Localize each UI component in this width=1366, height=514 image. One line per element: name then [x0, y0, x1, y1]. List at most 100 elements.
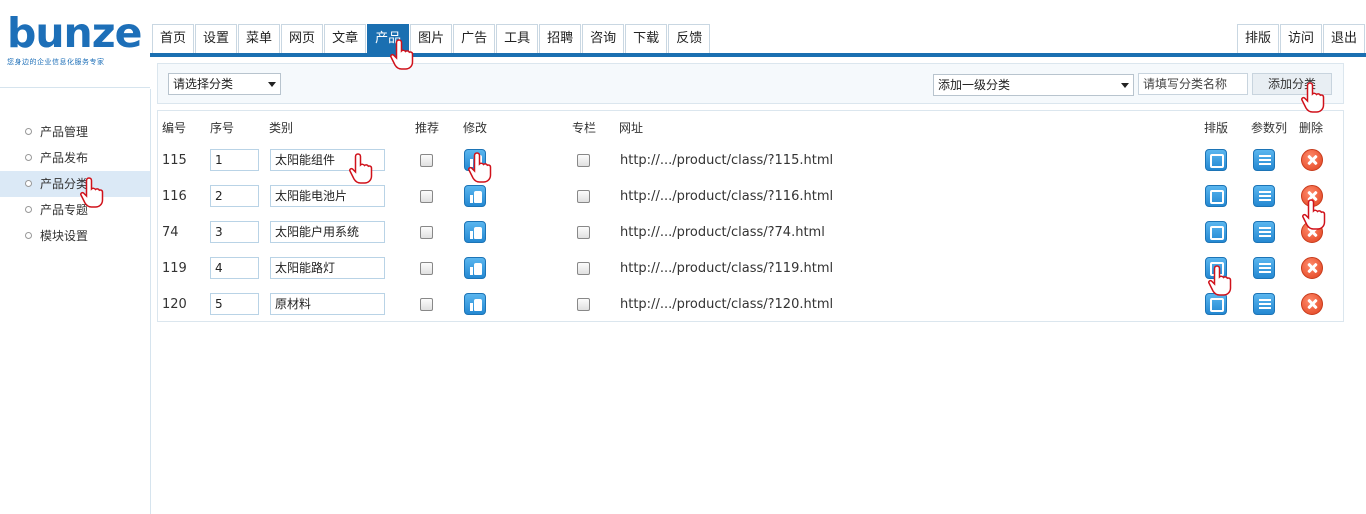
delete-icon[interactable] [1301, 149, 1323, 171]
order-input[interactable]: 5 [210, 293, 259, 315]
edit-icon[interactable] [464, 149, 486, 171]
table-row: 74 3 太阳能户用系统 http://.../product/class/?7… [158, 215, 1343, 251]
top-nav: 首页 设置 菜单 网页 文章 产品 图片 广告 工具 招聘 咨询 下载 反馈 [152, 24, 711, 54]
tab-menu[interactable]: 菜单 [238, 24, 281, 54]
params-list-icon[interactable] [1253, 257, 1275, 279]
row-url[interactable]: http://.../product/class/?74.html [620, 225, 825, 240]
category-name-field[interactable]: 原材料 [270, 293, 385, 315]
logo-area: bunze 您身边的企业信息化服务专家 [0, 0, 150, 88]
category-name-field[interactable]: 太阳能电池片 [270, 185, 385, 207]
recommend-checkbox[interactable] [420, 154, 433, 167]
layout-icon[interactable] [1205, 293, 1227, 315]
header-url: 网址 [619, 121, 644, 135]
layout-icon[interactable] [1205, 257, 1227, 279]
tab-layout[interactable]: 排版 [1236, 24, 1279, 54]
params-list-icon[interactable] [1253, 185, 1275, 207]
bullet-icon [25, 154, 32, 161]
tab-recruit[interactable]: 招聘 [539, 24, 582, 54]
row-id: 120 [162, 297, 187, 312]
bullet-icon [25, 232, 32, 239]
category-name-field[interactable]: 太阳能路灯 [270, 257, 385, 279]
edit-icon[interactable] [464, 221, 486, 243]
tab-home[interactable]: 首页 [152, 24, 195, 54]
layout-icon[interactable] [1205, 185, 1227, 207]
header-layout: 排版 [1204, 121, 1229, 135]
params-list-icon[interactable] [1253, 293, 1275, 315]
order-input[interactable]: 3 [210, 221, 259, 243]
header-category: 类别 [269, 121, 294, 135]
params-list-icon[interactable] [1253, 149, 1275, 171]
tab-feedback[interactable]: 反馈 [668, 24, 711, 54]
column-checkbox[interactable] [577, 262, 590, 275]
recommend-checkbox[interactable] [420, 298, 433, 311]
header-id: 编号 [162, 121, 187, 135]
column-checkbox[interactable] [577, 298, 590, 311]
header-recommend: 推荐 [415, 121, 440, 135]
column-checkbox[interactable] [577, 154, 590, 167]
main-content: 请选择分类 添加一级分类 请填写分类名称 添加分类 编号 序号 类别 推荐 修改… [152, 57, 1366, 514]
delete-icon[interactable] [1301, 257, 1323, 279]
parent-level-select[interactable]: 添加一级分类 [933, 74, 1134, 96]
tab-consult[interactable]: 咨询 [582, 24, 625, 54]
row-id: 116 [162, 189, 187, 204]
category-name-field[interactable]: 太阳能户用系统 [270, 221, 385, 243]
recommend-checkbox[interactable] [420, 226, 433, 239]
tab-visit[interactable]: 访问 [1279, 24, 1322, 54]
table-row: 120 5 原材料 http://.../product/class/?120.… [158, 287, 1343, 323]
header-edit: 修改 [463, 121, 488, 135]
order-input[interactable]: 1 [210, 149, 259, 171]
edit-icon[interactable] [464, 257, 486, 279]
toolbar: 请选择分类 添加一级分类 请填写分类名称 添加分类 [157, 63, 1344, 104]
tab-logout[interactable]: 退出 [1322, 24, 1365, 54]
bullet-icon [25, 206, 32, 213]
layout-icon[interactable] [1205, 149, 1227, 171]
row-id: 115 [162, 153, 187, 168]
header-params: 参数列 [1251, 121, 1288, 135]
tab-products[interactable]: 产品 [367, 24, 410, 54]
table-row: 115 1 太阳能组件 http://.../product/class/?11… [158, 143, 1343, 179]
tab-ads[interactable]: 广告 [453, 24, 496, 54]
header-delete: 删除 [1299, 121, 1324, 135]
tab-download[interactable]: 下载 [625, 24, 668, 54]
params-list-icon[interactable] [1253, 221, 1275, 243]
column-checkbox[interactable] [577, 226, 590, 239]
table-row: 119 4 太阳能路灯 http://.../product/class/?11… [158, 251, 1343, 287]
recommend-checkbox[interactable] [420, 190, 433, 203]
layout-icon[interactable] [1205, 221, 1227, 243]
row-id: 74 [162, 225, 179, 240]
add-category-button[interactable]: 添加分类 [1252, 73, 1332, 95]
tab-articles[interactable]: 文章 [324, 24, 367, 54]
delete-icon[interactable] [1301, 293, 1323, 315]
category-filter-select[interactable]: 请选择分类 [168, 73, 281, 95]
row-url[interactable]: http://.../product/class/?120.html [620, 297, 833, 312]
right-nav: 排版 访问 退出 [1236, 24, 1366, 54]
edit-icon[interactable] [464, 293, 486, 315]
sidebar-item-product-topic[interactable]: 产品专题 [0, 197, 150, 223]
sidebar-item-product-category[interactable]: 产品分类 [0, 171, 150, 197]
sidebar-item-product-publish[interactable]: 产品发布 [0, 145, 150, 171]
delete-icon[interactable] [1301, 221, 1323, 243]
tab-images[interactable]: 图片 [410, 24, 453, 54]
row-url[interactable]: http://.../product/class/?119.html [620, 261, 833, 276]
order-input[interactable]: 4 [210, 257, 259, 279]
row-url[interactable]: http://.../product/class/?115.html [620, 153, 833, 168]
recommend-checkbox[interactable] [420, 262, 433, 275]
sidebar-list: 产品管理 产品发布 产品分类 产品专题 模块设置 [0, 119, 150, 249]
category-name-input[interactable]: 请填写分类名称 [1138, 73, 1248, 95]
logo-tagline: 您身边的企业信息化服务专家 [7, 58, 105, 66]
delete-icon[interactable] [1301, 185, 1323, 207]
bullet-icon [25, 128, 32, 135]
edit-icon[interactable] [464, 185, 486, 207]
tab-settings[interactable]: 设置 [195, 24, 238, 54]
chevron-down-icon [1121, 83, 1129, 88]
category-name-field[interactable]: 太阳能组件 [270, 149, 385, 171]
sidebar-item-product-manage[interactable]: 产品管理 [0, 119, 150, 145]
row-url[interactable]: http://.../product/class/?116.html [620, 189, 833, 204]
order-input[interactable]: 2 [210, 185, 259, 207]
sidebar-item-module-settings[interactable]: 模块设置 [0, 223, 150, 249]
tab-tools[interactable]: 工具 [496, 24, 539, 54]
header-order: 序号 [210, 121, 235, 135]
header-column: 专栏 [572, 121, 597, 135]
tab-pages[interactable]: 网页 [281, 24, 324, 54]
column-checkbox[interactable] [577, 190, 590, 203]
